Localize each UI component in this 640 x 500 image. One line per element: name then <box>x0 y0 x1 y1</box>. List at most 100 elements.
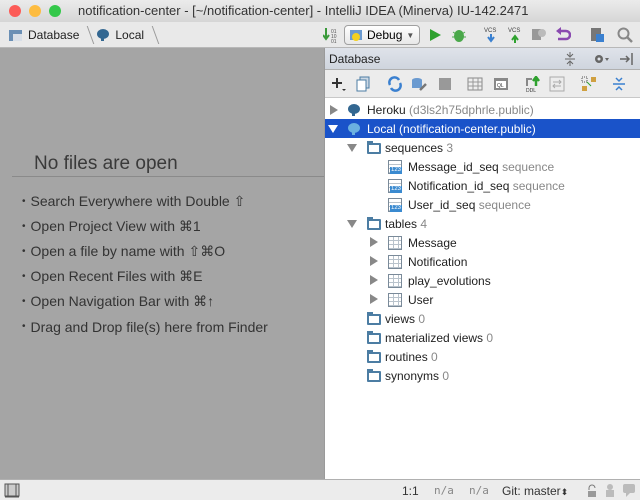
sequence-icon: 123 <box>388 179 402 193</box>
stop-icon[interactable] <box>437 76 453 92</box>
tree-item-materialized-views[interactable]: materialized views 0 <box>325 328 640 347</box>
hector-inspector-icon[interactable] <box>603 483 617 498</box>
run-configuration-select[interactable]: Debug ▼ <box>344 25 420 45</box>
compare-icon[interactable] <box>549 76 565 92</box>
status-bar: 1:1 n/a n/a Git: master⬍ <box>0 479 640 500</box>
expand-arrow-icon[interactable] <box>370 294 378 304</box>
caret-position[interactable]: 1:1 <box>402 484 419 498</box>
tree-item-views[interactable]: views 0 <box>325 309 640 328</box>
tree-item-sequences[interactable]: sequences 3 <box>325 138 640 157</box>
sequence-icon: 123 <box>388 198 402 212</box>
divider <box>12 176 324 177</box>
diagram-icon[interactable] <box>581 76 597 92</box>
vcs-history-icon <box>532 29 546 40</box>
tree-item-local[interactable]: Local (notification-center.public) <box>325 119 640 138</box>
database-panel-header: Database <box>325 48 640 70</box>
tree-item-detail: (d3ls2h75dphrle.public) <box>409 102 534 117</box>
hide-panel-icon[interactable] <box>619 52 635 66</box>
tree-item-synonyms[interactable]: synonyms 0 <box>325 366 640 385</box>
tree-item-label: Message <box>408 235 457 250</box>
tree-item-sequence[interactable]: 123 Message_id_seq sequence <box>325 157 640 176</box>
collapse-split-icon[interactable] <box>563 52 577 66</box>
tree-item-sequence[interactable]: 123 User_id_seq sequence <box>325 195 640 214</box>
tree-item-routines[interactable]: routines 0 <box>325 347 640 366</box>
revert-button[interactable] <box>554 25 572 45</box>
database-folder-icon <box>9 29 22 41</box>
tree-item-tables[interactable]: tables 4 <box>325 214 640 233</box>
tree-item-label: Local <box>367 121 396 136</box>
collapse-arrow-icon[interactable] <box>347 144 357 152</box>
lock-icon[interactable] <box>586 484 598 498</box>
tree-item-type: sequence <box>478 197 531 212</box>
collapse-all-icon[interactable] <box>611 76 627 92</box>
database-toolbar: QL DDL <box>325 70 640 98</box>
console-icon[interactable]: QL <box>493 76 509 92</box>
tree-item-label: play_evolutions <box>408 273 491 288</box>
search-everywhere-button[interactable] <box>616 25 634 45</box>
run-config-icon <box>350 30 362 41</box>
copy-icon[interactable] <box>355 76 371 92</box>
folder-icon <box>367 312 381 325</box>
tree-item-type: sequence <box>512 178 565 193</box>
hint-item: Open Recent Files with ⌘E <box>22 264 268 289</box>
empty-editor-title: No files are open <box>34 153 178 174</box>
tree-item-count: 4 <box>420 216 428 231</box>
close-window-button[interactable] <box>9 5 21 17</box>
add-icon[interactable] <box>331 76 347 92</box>
event-log-icon[interactable] <box>622 483 636 498</box>
expand-arrow-icon[interactable] <box>370 256 378 266</box>
toggle-tool-windows-icon[interactable] <box>4 483 20 498</box>
chevron-down-icon: ▼ <box>406 30 415 40</box>
ddl-icon[interactable]: DDL <box>525 76 541 92</box>
tree-item-sequence[interactable]: 123 Notification_id_seq sequence <box>325 176 640 195</box>
breadcrumb-database[interactable]: Database <box>8 28 79 42</box>
tree-item-label: Notification_id_seq <box>408 178 510 193</box>
expand-arrow-icon[interactable] <box>330 104 338 115</box>
vcs-commit-button[interactable]: VCS <box>506 25 524 45</box>
editor-area: No files are open Search Everywhere with… <box>0 48 324 479</box>
folder-icon <box>367 141 381 154</box>
run-button[interactable] <box>426 25 444 45</box>
tree-item-label: User <box>408 292 434 307</box>
tree-item-type: sequence <box>502 159 555 174</box>
gear-icon[interactable] <box>593 52 611 66</box>
folder-icon <box>367 331 381 344</box>
project-structure-icon <box>591 28 604 42</box>
project-structure-button[interactable] <box>588 25 606 45</box>
refresh-icon[interactable] <box>387 76 403 92</box>
hint-item: Open Navigation Bar with ⌘↑ <box>22 289 268 314</box>
tree-item-table[interactable]: Notification <box>325 252 640 271</box>
tree-item-count: 0 <box>431 349 438 364</box>
collapse-arrow-icon[interactable] <box>328 125 338 133</box>
debug-button[interactable] <box>450 25 468 45</box>
data-source-properties-icon[interactable] <box>411 76 427 92</box>
collapse-arrow-icon[interactable] <box>347 220 357 228</box>
tree-item-label: tables <box>385 216 418 231</box>
file-encoding[interactable]: n/a <box>469 484 489 497</box>
table-editor-icon[interactable] <box>467 76 483 92</box>
tree-item-label: Message_id_seq <box>408 159 499 174</box>
vcs-branch-widget[interactable]: Git: master⬍ <box>502 484 568 498</box>
line-separator[interactable]: n/a <box>434 484 454 497</box>
make-project-button[interactable]: 01 10 01 <box>322 25 340 45</box>
minimize-window-button[interactable] <box>29 5 41 17</box>
expand-arrow-icon[interactable] <box>370 275 378 285</box>
tree-item-table[interactable]: Message <box>325 233 640 252</box>
tree-item-label: materialized views <box>385 330 484 345</box>
hint-item: Search Everywhere with Double ⇧ <box>22 189 268 214</box>
database-panel-title: Database <box>329 51 381 66</box>
tree-item-count: 0 <box>442 368 450 383</box>
breadcrumb-separator <box>144 25 160 44</box>
tree-item-label: routines <box>385 349 428 364</box>
tree-item-table[interactable]: play_evolutions <box>325 271 640 290</box>
expand-arrow-icon[interactable] <box>370 237 378 247</box>
vcs-history-button[interactable] <box>530 25 548 45</box>
zoom-window-button[interactable] <box>49 5 61 17</box>
make-project-icon: 011001 <box>323 28 337 43</box>
tree-item-label: sequences <box>385 140 444 155</box>
tree-item-table[interactable]: User <box>325 290 640 309</box>
editor-hints-list: Search Everywhere with Double ⇧ Open Pro… <box>22 189 268 339</box>
tree-item-heroku[interactable]: Heroku (d3ls2h75dphrle.public) <box>325 100 640 119</box>
vcs-update-button[interactable]: VCS <box>482 25 500 45</box>
breadcrumb-local[interactable]: Local <box>95 28 144 42</box>
